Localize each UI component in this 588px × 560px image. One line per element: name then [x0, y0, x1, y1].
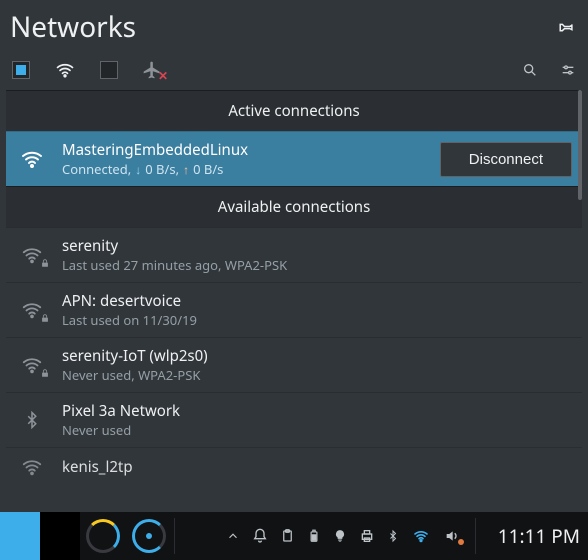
battery-icon[interactable] — [307, 528, 321, 544]
connection-subtext: Last used 27 minutes ago, WPA2-PSK — [62, 256, 572, 274]
available-connection-row[interactable]: serenityLast used 27 minutes ago, WPA2-P… — [6, 227, 582, 282]
wifi-icon — [16, 299, 48, 321]
connection-name: kenis_l2tp — [62, 457, 572, 477]
wifi-icon — [16, 147, 48, 171]
airplane-mode-icon[interactable]: ✕ — [140, 60, 164, 80]
mobile-toggle-checkbox[interactable] — [100, 61, 118, 79]
connection-subtext: Last used on 11/30/19 — [62, 311, 572, 329]
connection-subtext: Never used — [62, 421, 572, 439]
taskbar-clock[interactable]: 11:11 PM — [498, 523, 580, 549]
taskbar-item[interactable] — [40, 512, 80, 560]
wifi-icon — [16, 456, 48, 478]
scrollbar[interactable] — [578, 90, 582, 200]
pin-icon[interactable] — [556, 18, 574, 36]
wifi-icon — [16, 244, 48, 266]
clipboard-icon[interactable] — [280, 528, 295, 544]
lock-icon — [40, 313, 50, 323]
active-connections-header: Active connections — [6, 90, 582, 131]
popup-title: Networks — [10, 8, 136, 46]
wired-toggle-checkbox[interactable] — [12, 61, 30, 79]
connection-name: APN: desertvoice — [62, 291, 572, 311]
connection-name: serenity-IoT (wlp2s0) — [62, 346, 572, 366]
disabled-x-icon: ✕ — [158, 67, 168, 84]
taskbar-active-app[interactable] — [0, 512, 40, 560]
system-monitor-ring-icon[interactable] — [86, 519, 120, 553]
available-connection-row[interactable]: Pixel 3a NetworkNever used — [6, 392, 582, 447]
lock-icon — [40, 258, 50, 268]
wifi-icon — [16, 354, 48, 376]
available-connections-header: Available connections — [6, 186, 582, 227]
connection-status: Connected, ↓ 0 B/s, ↑ 0 B/s — [62, 160, 426, 178]
upload-arrow-icon: ↑ — [183, 161, 189, 178]
lock-icon — [40, 368, 50, 378]
printer-icon[interactable] — [359, 528, 375, 544]
notifications-bell-icon[interactable] — [252, 528, 268, 544]
wifi-icon[interactable] — [52, 60, 78, 80]
network-applet-popup: Networks ✕ — [0, 0, 588, 512]
chevron-up-icon[interactable] — [226, 529, 240, 543]
bluetooth-icon — [16, 407, 48, 433]
system-tray: 11:11 PM — [226, 518, 580, 554]
connection-name: MasteringEmbeddedLinux — [62, 140, 426, 160]
bulb-icon[interactable] — [333, 528, 347, 544]
separator — [174, 518, 175, 554]
search-icon[interactable] — [522, 62, 538, 78]
network-tray-icon[interactable] — [411, 528, 431, 544]
disconnect-button[interactable]: Disconnect — [440, 142, 572, 177]
connection-name: serenity — [62, 236, 572, 256]
volume-icon[interactable] — [443, 528, 461, 544]
connection-subtext: Never used, WPA2-PSK — [62, 366, 572, 384]
active-connection-row[interactable]: MasteringEmbeddedLinux Connected, ↓ 0 B/… — [6, 131, 582, 186]
separator — [475, 518, 476, 554]
settings-sliders-icon[interactable] — [560, 62, 576, 78]
available-connection-row[interactable]: kenis_l2tp — [6, 447, 582, 486]
bluetooth-icon[interactable] — [387, 527, 399, 545]
connections-list[interactable]: Active connections MasteringEmbeddedLinu… — [6, 90, 582, 512]
toolbar: ✕ — [0, 54, 588, 90]
available-connection-row[interactable]: serenity-IoT (wlp2s0)Never used, WPA2-PS… — [6, 337, 582, 392]
available-connection-row[interactable]: APN: desertvoiceLast used on 11/30/19 — [6, 282, 582, 337]
connection-name: Pixel 3a Network — [62, 401, 572, 421]
taskbar: 11:11 PM — [0, 512, 588, 560]
system-monitor-ring-icon[interactable] — [132, 519, 166, 553]
download-arrow-icon: ↓ — [135, 161, 141, 178]
popup-header: Networks — [0, 0, 588, 54]
